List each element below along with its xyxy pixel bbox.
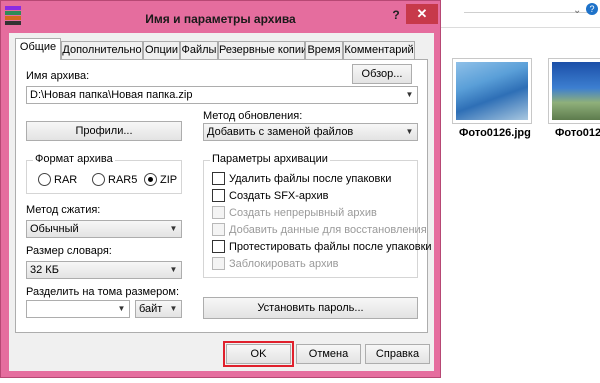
help-button[interactable]: Справка xyxy=(365,344,430,364)
archive-dialog: Имя и параметры архива ? ✕ Общие Дополни… xyxy=(0,0,441,378)
update-method-value: Добавить с заменой файлов xyxy=(207,126,354,138)
tab-advanced[interactable]: Дополнительно xyxy=(61,41,143,59)
chevron-down-icon[interactable]: ▼ xyxy=(402,87,417,103)
tab-options[interactable]: Опции xyxy=(143,41,180,59)
photo-1-image xyxy=(456,62,528,120)
archive-name-combo[interactable]: D:\Новая папка\Новая папка.zip ▼ xyxy=(26,86,418,104)
update-method-select[interactable]: Добавить с заменой файлов ▼ xyxy=(203,123,418,141)
chevron-down-icon[interactable]: ▼ xyxy=(166,221,181,237)
radio-rar5-indicator[interactable] xyxy=(92,173,105,186)
update-method-label: Метод обновления: xyxy=(203,110,303,122)
archive-options-title: Параметры архивации xyxy=(210,153,330,165)
close-button[interactable]: ✕ xyxy=(406,4,438,24)
checkbox-test-files[interactable]: Протестировать файлы после упаковки xyxy=(212,240,432,253)
checkbox-create-sfx-box[interactable] xyxy=(212,189,225,202)
checkbox-test-files-box[interactable] xyxy=(212,240,225,253)
radio-rar5[interactable]: RAR5 xyxy=(92,173,137,186)
browse-button[interactable]: Обзор... xyxy=(352,64,412,84)
explorer-help-icon[interactable]: ? xyxy=(586,3,598,15)
radio-zip[interactable]: ZIP xyxy=(144,173,177,186)
checkbox-create-sfx-label: Создать SFX-архив xyxy=(229,189,329,202)
set-password-button[interactable]: Установить пароль... xyxy=(203,297,418,319)
archive-name-value: D:\Новая папка\Новая папка.zip xyxy=(30,89,193,101)
chevron-down-icon[interactable]: ▼ xyxy=(402,124,417,140)
checkbox-lock-archive-label: Заблокировать архив xyxy=(229,257,339,270)
thumbnail-photo-1[interactable] xyxy=(452,58,532,124)
title-bar[interactable]: Имя и параметры архива ? ✕ xyxy=(1,1,440,33)
photo-2-image xyxy=(552,62,600,120)
archive-name-label: Имя архива: xyxy=(26,70,90,82)
archive-format-title: Формат архива xyxy=(33,153,115,165)
compression-select[interactable]: Обычный ▼ xyxy=(26,220,182,238)
checkbox-create-sfx[interactable]: Создать SFX-архив xyxy=(212,189,329,202)
checkbox-solid-archive: Создать непрерывный архив xyxy=(212,206,377,219)
checkbox-recovery-record: Добавить данные для восстановления xyxy=(212,223,427,236)
cancel-button[interactable]: Отмена xyxy=(296,344,361,364)
help-title-button[interactable]: ? xyxy=(389,7,403,23)
checkbox-lock-archive-box xyxy=(212,257,225,270)
thumbnail-photo-2[interactable] xyxy=(548,58,600,124)
profiles-button[interactable]: Профили... xyxy=(26,121,182,141)
window-title: Имя и параметры архива xyxy=(145,12,296,26)
checkbox-recovery-record-box xyxy=(212,223,225,236)
checkbox-lock-archive: Заблокировать архив xyxy=(212,257,338,270)
dictionary-value: 32 КБ xyxy=(30,264,59,276)
chevron-down-icon[interactable]: ▼ xyxy=(166,301,181,317)
thumbnail-caption-2: Фото012 xyxy=(555,127,600,139)
ok-button[interactable]: OK xyxy=(223,341,294,367)
split-label: Разделить на тома размером: xyxy=(26,286,180,298)
tab-files[interactable]: Файлы xyxy=(180,41,218,59)
dictionary-label: Размер словаря: xyxy=(26,245,112,257)
compression-value: Обычный xyxy=(30,223,79,235)
checkbox-test-files-label: Протестировать файлы после упаковки xyxy=(229,240,432,253)
tab-comment[interactable]: Комментарий xyxy=(343,41,415,59)
split-unit-value: байт xyxy=(139,303,163,315)
compression-label: Метод сжатия: xyxy=(26,204,101,216)
general-tab-panel: Имя архива: Обзор... D:\Новая папка\Нова… xyxy=(15,59,432,333)
tab-general[interactable]: Общие xyxy=(15,38,61,60)
radio-rar-indicator[interactable] xyxy=(38,173,51,186)
checkbox-delete-after[interactable]: Удалить файлы после упаковки xyxy=(212,172,391,185)
chevron-down-icon[interactable]: ▼ xyxy=(166,262,181,278)
radio-rar[interactable]: RAR xyxy=(38,173,77,186)
checkbox-delete-after-box[interactable] xyxy=(212,172,225,185)
checkbox-delete-after-label: Удалить файлы после упаковки xyxy=(229,172,392,185)
checkbox-recovery-record-label: Добавить данные для восстановления xyxy=(229,223,427,236)
dictionary-select[interactable]: 32 КБ ▼ xyxy=(26,261,182,279)
radio-rar-label: RAR xyxy=(54,173,78,186)
radio-zip-indicator[interactable] xyxy=(144,173,157,186)
split-size-combo[interactable]: ▼ xyxy=(26,300,130,318)
dialog-client: Общие Дополнительно Опции Файлы Резервны… xyxy=(9,33,434,371)
tab-time[interactable]: Время xyxy=(305,41,343,59)
checkbox-solid-archive-label: Создать непрерывный архив xyxy=(229,206,377,219)
explorer-expand-icon[interactable]: ⌄ xyxy=(573,5,581,16)
checkbox-solid-archive-box xyxy=(212,206,225,219)
radio-rar5-label: RAR5 xyxy=(108,173,138,186)
chevron-down-icon[interactable]: ▼ xyxy=(114,301,129,317)
radio-zip-label: ZIP xyxy=(160,173,178,186)
thumbnail-caption-1: Фото0126.jpg xyxy=(459,127,531,139)
tab-backup[interactable]: Резервные копии xyxy=(218,41,307,59)
split-unit-select[interactable]: байт ▼ xyxy=(135,300,182,318)
